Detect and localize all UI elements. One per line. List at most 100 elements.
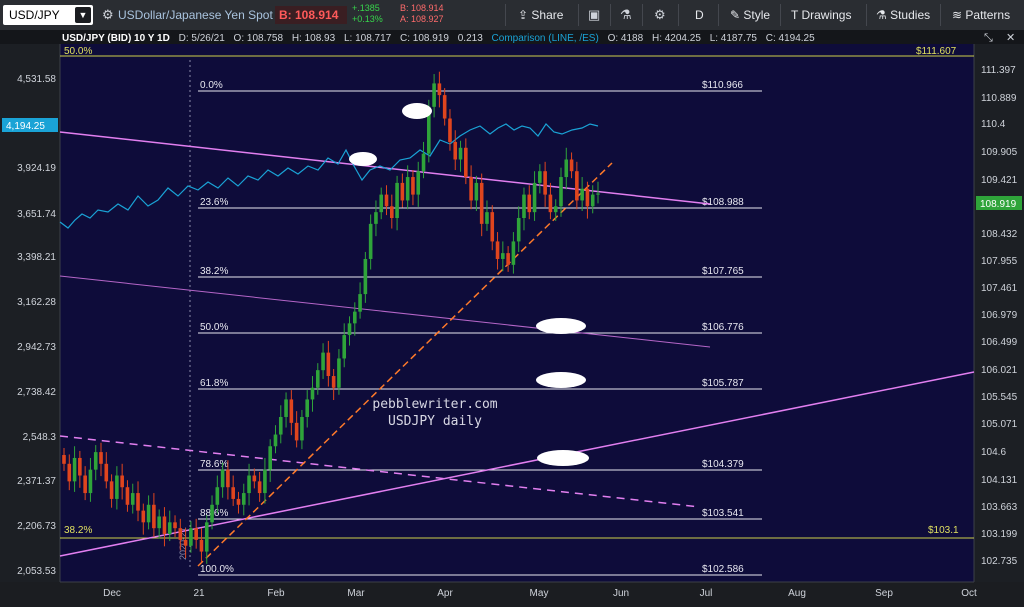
close-icon[interactable]: ✕ [1006, 32, 1015, 44]
x-tick-label: 21 [193, 588, 205, 599]
candle-body [516, 218, 521, 242]
header-close: C: 108.919 [400, 33, 449, 44]
candle-body [204, 522, 209, 552]
candle-body [178, 528, 183, 540]
candle-body [352, 311, 357, 324]
candle-body [173, 522, 177, 529]
studies-label: Studies [890, 8, 931, 22]
candle-body [115, 475, 119, 499]
candle-body [120, 475, 124, 488]
candle-body [294, 422, 299, 441]
header-change: 0.213 [458, 33, 483, 44]
highlight-ellipse [537, 450, 589, 466]
candle-body [458, 147, 463, 160]
right-tick-label: 106.021 [981, 365, 1018, 376]
candle-body [490, 212, 495, 242]
right-tick-label: 107.461 [981, 283, 1018, 294]
last-price: B: 108.914 [275, 6, 347, 24]
candle-body [405, 177, 410, 201]
patterns-label: Patterns [965, 8, 1011, 22]
collapse-icon[interactable]: ⤡ [984, 32, 993, 44]
x-tick-label: Jun [613, 588, 629, 599]
candle-body [379, 194, 384, 213]
drawings-button[interactable]: T Drawings [791, 6, 851, 24]
period-button[interactable]: D [695, 6, 704, 24]
fib-label: 0.0% [200, 80, 223, 91]
candle-body [183, 539, 188, 546]
left-tick-label: 2,371.37 [17, 476, 56, 487]
candle-body [590, 194, 595, 207]
left-tick-label: 3,162.28 [17, 297, 56, 308]
left-tick-label: 2,942.73 [17, 342, 56, 353]
candle-body [448, 118, 452, 142]
patterns-button[interactable]: ≋ Patterns [952, 6, 1010, 24]
candle-body [596, 193, 600, 195]
candle-body [564, 159, 569, 178]
candle-body [62, 455, 66, 464]
fib-price-label: $104.379 [702, 459, 744, 470]
candle-body [83, 475, 87, 494]
watermark-line: pebblewriter.com [372, 397, 497, 412]
divider [610, 4, 611, 26]
candle-body [152, 504, 156, 529]
change-percent: +0.13% [352, 14, 383, 24]
right-tick-label: 108.432 [981, 229, 1018, 240]
price-chart[interactable]: 2020-21 50.0% $111.607 38.2% $103.1 0.0%… [0, 30, 1024, 602]
change-value: +.1385 [352, 3, 380, 13]
gear-icon[interactable]: ⚙ [102, 7, 114, 23]
cmp-close: C: 4194.25 [766, 33, 815, 44]
chevron-down-icon[interactable]: ▼ [75, 7, 91, 23]
candle-body [485, 212, 489, 224]
candle-body [315, 370, 320, 388]
style-label: Style [743, 8, 771, 22]
header-high: H: 108.93 [292, 33, 336, 44]
left-tick-label: 2,053.53 [17, 566, 56, 577]
candle-body [241, 493, 246, 505]
candle-body [553, 206, 558, 213]
cmp-low: L: 4187.75 [710, 33, 758, 44]
chart-area[interactable]: 2020-21 50.0% $111.607 38.2% $103.1 0.0%… [0, 30, 1024, 602]
divider [718, 4, 719, 26]
x-tick-label: Aug [788, 588, 806, 599]
candle-body [93, 452, 98, 470]
studies-button[interactable]: ⚗ Studies [876, 6, 930, 24]
x-tick-label: Sep [875, 588, 893, 599]
candle-body [167, 522, 172, 535]
candle-body [464, 147, 468, 178]
candle-body [284, 399, 288, 417]
highlight-ellipse [402, 103, 432, 119]
candle-body [569, 159, 574, 172]
right-tick-label: 102.735 [981, 556, 1018, 567]
symbol-selector[interactable]: USD/JPY ▼ [3, 5, 93, 25]
x-tick-label: Jul [700, 588, 713, 599]
candle-body [157, 516, 161, 529]
x-tick-label: Dec [103, 588, 121, 599]
fib-price-label: $105.787 [702, 378, 744, 389]
candle-body [162, 516, 167, 535]
outer-fib-label: 38.2% [64, 525, 92, 536]
style-button[interactable]: ✎ Style [730, 6, 770, 24]
candle-body [575, 171, 579, 201]
candle-body [474, 182, 479, 201]
candle-body [522, 194, 526, 219]
candle-body [368, 223, 373, 259]
header-date: D: 5/26/21 [179, 33, 226, 44]
studies-icon: ⚗ [876, 8, 891, 22]
settings-icon[interactable]: ⚙ [654, 7, 666, 23]
x-tick-label: Apr [437, 588, 453, 599]
right-tick-label: 105.545 [981, 392, 1018, 403]
share-button[interactable]: ⇪ Share [518, 6, 563, 24]
outer-fib-label: 50.0% [64, 46, 92, 57]
flask-icon[interactable]: ⚗ [620, 7, 632, 23]
ask-value: A: 108.927 [400, 14, 444, 24]
left-tick-label: 2,548.3 [23, 432, 57, 443]
candle-body [326, 352, 331, 377]
left-tick-label: 3,651.74 [17, 209, 56, 220]
right-tick-label: 109.421 [981, 175, 1018, 186]
candle-body [236, 498, 241, 505]
right-tick-label: 110.4 [981, 119, 1006, 130]
screenshot-icon[interactable]: ▣ [588, 7, 600, 23]
candle-body [363, 258, 368, 295]
candle-body [130, 493, 135, 505]
candle-body [289, 399, 294, 423]
